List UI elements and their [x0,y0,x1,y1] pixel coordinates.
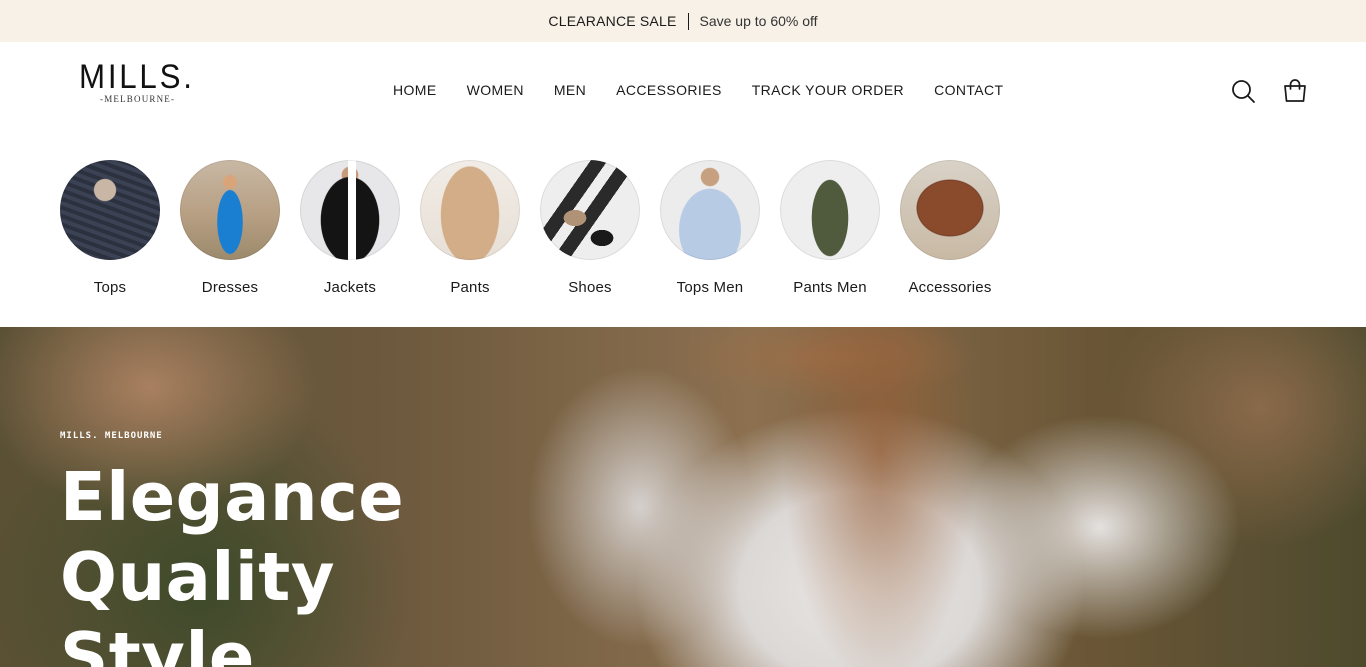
hero-headline-line: Style [60,618,255,667]
category-tops-men[interactable]: Tops Men [660,160,760,310]
category-shoes-image [540,160,640,260]
hero-headline: Elegance Quality Style [60,457,404,667]
main-nav: HOME WOMEN MEN ACCESSORIES TRACK YOUR OR… [393,82,1004,98]
category-pants-men[interactable]: Pants Men [780,160,880,310]
announcement-message: Save up to 60% off [699,13,818,29]
nav-item-home[interactable]: HOME [393,82,437,98]
hero-banner: MILLS. MELBOURNE Elegance Quality Style [0,327,1366,667]
category-dresses[interactable]: Dresses [180,160,280,310]
category-tops[interactable]: Tops [60,160,160,310]
brand-logo[interactable]: MILLS. -MELBOURNE- [79,60,199,104]
search-icon[interactable] [1230,78,1256,104]
site-header: MILLS. -MELBOURNE- HOME WOMEN MEN ACCESS… [0,42,1366,142]
category-pants-men-image [780,160,880,260]
category-jackets[interactable]: Jackets [300,160,400,310]
announcement-divider [687,12,689,30]
announcement-highlight: CLEARANCE SALE [548,13,677,29]
category-tops-image [60,160,160,260]
nav-item-track-order[interactable]: TRACK YOUR ORDER [752,82,904,98]
category-pants-image [420,160,520,260]
logo-wordmark: MILLS. [79,58,195,96]
nav-item-women[interactable]: WOMEN [467,82,524,98]
hero-image [720,327,1040,667]
category-shoes[interactable]: Shoes [540,160,640,310]
category-label: Tops [93,279,127,296]
category-accessories-image [900,160,1000,260]
announcement-bar: CLEARANCE SALE Save up to 60% off [0,0,1366,42]
category-accessories[interactable]: Accessories [900,160,1000,310]
category-label: Jackets [323,279,377,296]
category-label: Accessories [908,279,992,296]
category-label: Tops Men [676,279,744,296]
category-dresses-image [180,160,280,260]
category-pants[interactable]: Pants [420,160,520,310]
hero-headline-line: Elegance [60,458,405,536]
category-jackets-image [300,160,400,260]
category-label: Pants [450,279,490,296]
category-tops-men-image [660,160,760,260]
nav-item-contact[interactable]: CONTACT [934,82,1003,98]
shopping-bag-icon[interactable] [1282,78,1308,104]
nav-item-men[interactable]: MEN [554,82,586,98]
hero-eyebrow: MILLS. MELBOURNE [60,431,163,441]
category-label: Dresses [201,279,259,296]
nav-item-accessories[interactable]: ACCESSORIES [616,82,722,98]
category-carousel: Tops Dresses Jackets Pants Shoes Tops Me… [60,160,1020,310]
hero-headline-line: Quality [60,538,336,616]
category-label: Shoes [568,279,612,296]
category-label: Pants Men [793,279,867,296]
